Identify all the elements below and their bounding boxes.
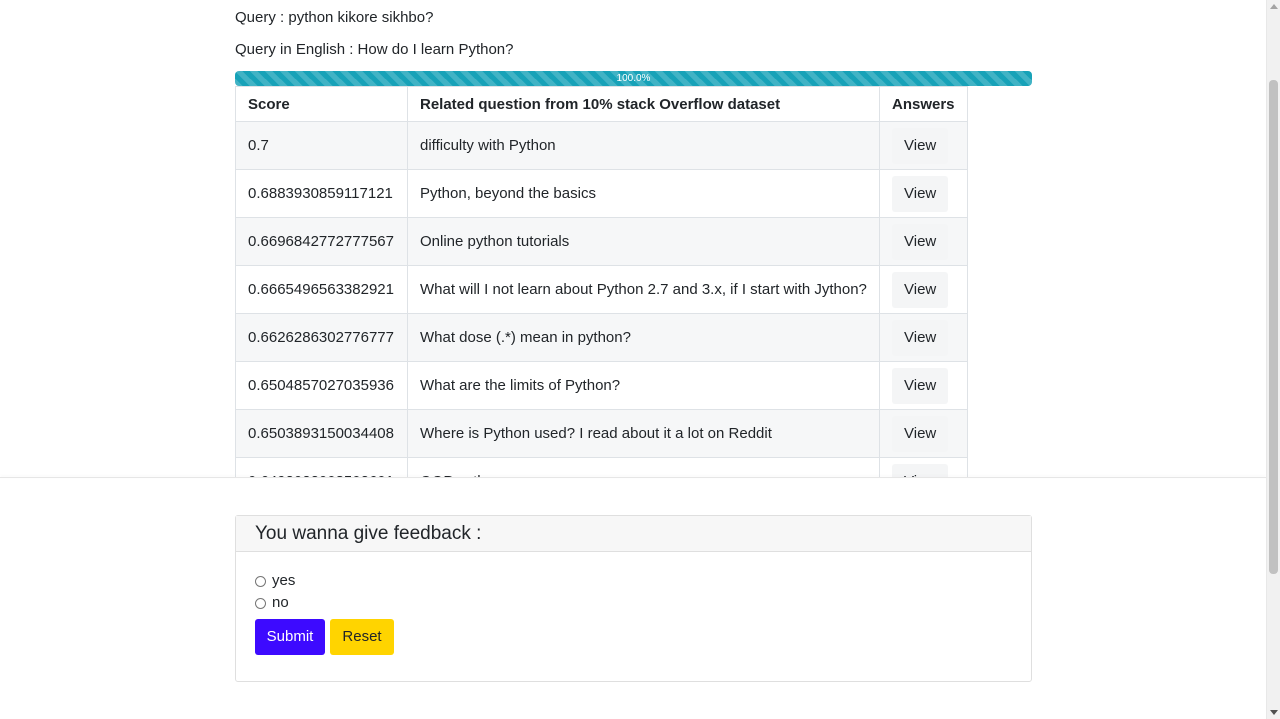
question-cell: What will I not learn about Python 2.7 a… bbox=[407, 265, 880, 314]
question-cell: What dose (.*) mean in python? bbox=[407, 313, 880, 362]
answers-cell: View bbox=[879, 217, 968, 266]
table-row: 0.6696842772777567 Online python tutoria… bbox=[235, 217, 968, 266]
score-cell: 0.6883930859117121 bbox=[235, 169, 408, 218]
answers-cell: View bbox=[879, 265, 968, 314]
score-cell: 0.6504857027035936 bbox=[235, 361, 408, 410]
radio-label: yes bbox=[272, 572, 296, 589]
table-row: 0.6626286302776777 What dose (.*) mean i… bbox=[235, 313, 968, 362]
query-text: Query : python kikore sikhbo? bbox=[235, 9, 434, 26]
view-button[interactable]: View bbox=[892, 127, 949, 164]
question-cell: Online python tutorials bbox=[407, 217, 880, 266]
question-cell: Where is Python used? I read about it a … bbox=[407, 409, 880, 458]
submit-button[interactable]: Submit bbox=[255, 619, 325, 655]
table-row: 0.7 difficulty with Python View bbox=[235, 121, 968, 170]
score-cell: 0.6492022003502601 bbox=[235, 457, 408, 477]
view-button[interactable]: View bbox=[892, 175, 949, 212]
score-cell: 0.7 bbox=[235, 121, 408, 170]
score-cell: 0.6503893150034408 bbox=[235, 409, 408, 458]
reset-button[interactable]: Reset bbox=[330, 619, 394, 655]
progress-bar: 100.0% bbox=[235, 71, 1032, 86]
table-row: 0.6665496563382921 What will I not learn… bbox=[235, 265, 968, 314]
view-button[interactable]: View bbox=[892, 271, 949, 308]
section-divider bbox=[0, 477, 1266, 478]
radio-button[interactable] bbox=[255, 597, 266, 609]
scroll-thumb[interactable] bbox=[1269, 80, 1278, 574]
radio-label: no bbox=[272, 594, 289, 611]
question-cell: Python, beyond the basics bbox=[407, 169, 880, 218]
feedback-option-yes[interactable]: yes bbox=[255, 572, 295, 590]
score-cell: 0.6626286302776777 bbox=[235, 313, 408, 362]
view-button[interactable]: View bbox=[892, 415, 949, 452]
header-answers: Answers bbox=[879, 86, 968, 122]
view-button[interactable]: View bbox=[892, 223, 949, 260]
scroll-up-icon[interactable] bbox=[1270, 4, 1278, 9]
question-cell: What are the limits of Python? bbox=[407, 361, 880, 410]
answers-cell: View bbox=[879, 169, 968, 218]
answers-cell: View bbox=[879, 361, 968, 410]
view-button[interactable]: View bbox=[892, 463, 949, 477]
query-english-text: Query in English : How do I learn Python… bbox=[235, 41, 514, 58]
question-cell: difficulty with Python bbox=[407, 121, 880, 170]
question-cell: OOP python program bbox=[407, 457, 880, 477]
table-row: 0.6503893150034408 Where is Python used?… bbox=[235, 409, 968, 458]
table-row: 0.6504857027035936 What are the limits o… bbox=[235, 361, 968, 410]
radio-button[interactable] bbox=[255, 575, 266, 587]
page: Query : python kikore sikhbo? Query in E… bbox=[0, 0, 1280, 719]
answers-cell: View bbox=[879, 313, 968, 362]
table-header-row: Score Related question from 10% stack Ov… bbox=[235, 86, 968, 122]
page-scrollbar[interactable] bbox=[1266, 0, 1280, 719]
feedback-option-no[interactable]: no bbox=[255, 594, 289, 612]
results-pane: Query : python kikore sikhbo? Query in E… bbox=[0, 0, 1266, 477]
table-row: 0.6883930859117121 Python, beyond the ba… bbox=[235, 169, 968, 218]
score-cell: 0.6665496563382921 bbox=[235, 265, 408, 314]
answers-cell: View bbox=[879, 457, 968, 477]
table-row: 0.6492022003502601 OOP python program Vi… bbox=[235, 457, 968, 477]
scroll-down-icon[interactable] bbox=[1270, 710, 1278, 715]
answers-cell: View bbox=[879, 121, 968, 170]
view-button[interactable]: View bbox=[892, 319, 949, 356]
feedback-title: You wanna give feedback : bbox=[236, 516, 1031, 552]
score-cell: 0.6696842772777567 bbox=[235, 217, 408, 266]
feedback-card: You wanna give feedback : yes no Submit … bbox=[235, 515, 1032, 682]
results-table: Score Related question from 10% stack Ov… bbox=[235, 86, 968, 477]
header-score: Score bbox=[235, 86, 408, 122]
header-question: Related question from 10% stack Overflow… bbox=[407, 86, 880, 122]
view-button[interactable]: View bbox=[892, 367, 949, 404]
answers-cell: View bbox=[879, 409, 968, 458]
progress-label: 100.0% bbox=[616, 73, 651, 84]
